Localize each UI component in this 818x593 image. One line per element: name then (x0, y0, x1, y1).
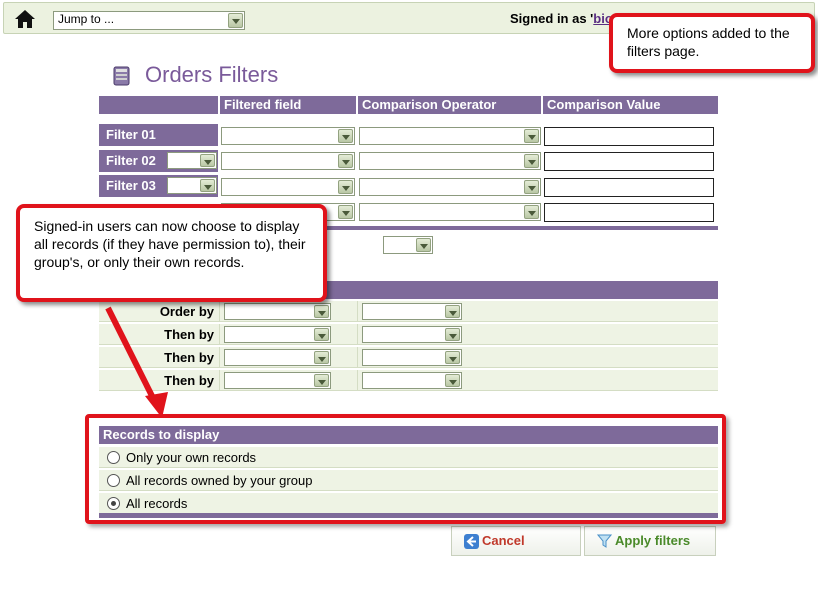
filter-funnel-icon (597, 534, 612, 548)
table-filter-icon (113, 66, 130, 86)
cell-divider (357, 347, 358, 367)
records-highlight-frame (85, 414, 726, 524)
callout-records-display-text: Signed-in users can now choose to displa… (34, 218, 306, 270)
chevron-down-icon (445, 328, 460, 341)
then-by-3-direction-select[interactable] (362, 372, 462, 389)
cell-divider (219, 370, 220, 390)
chevron-down-icon (524, 154, 539, 168)
chevron-down-icon (524, 180, 539, 194)
order-by-direction-select[interactable] (362, 303, 462, 320)
chevron-down-icon (314, 374, 329, 387)
home-icon[interactable] (14, 8, 36, 30)
chevron-down-icon (524, 205, 539, 219)
comparison-operator-header: Comparison Operator (358, 96, 541, 114)
chevron-down-icon (445, 351, 460, 364)
filter-03-field-select[interactable] (221, 178, 355, 196)
cancel-label: Cancel (482, 533, 525, 548)
filtered-field-header: Filtered field (220, 96, 356, 114)
jump-to-value: Jump to ... (58, 12, 115, 26)
filter-03-value-input[interactable] (544, 178, 714, 197)
callout-records-display: Signed-in users can now choose to displa… (16, 204, 327, 302)
jump-to-select[interactable]: Jump to ... (53, 11, 245, 30)
chevron-down-icon (338, 154, 353, 168)
filter-01-label: Filter 01 (99, 124, 218, 146)
filter-02-field-select[interactable] (221, 152, 355, 170)
then-by-2-field-select[interactable] (224, 349, 331, 366)
chevron-down-icon (228, 13, 243, 28)
then-by-1-field-select[interactable] (224, 326, 331, 343)
chevron-down-icon (416, 238, 431, 252)
apply-filters-label: Apply filters (615, 533, 691, 548)
callout-more-options: More options added to the filters page. (609, 13, 815, 73)
chevron-down-icon (314, 328, 329, 341)
filter-02-operator-select[interactable] (359, 152, 541, 170)
callout-more-options-text: More options added to the filters page. (627, 25, 790, 59)
order-by-label: Order by (159, 304, 214, 319)
filter-02-value-input[interactable] (544, 152, 714, 171)
back-arrow-icon (464, 534, 479, 549)
apply-filters-button[interactable]: Apply filters (584, 526, 716, 556)
cell-divider (357, 370, 358, 390)
then-by-2-direction-select[interactable] (362, 349, 462, 366)
chevron-down-icon (338, 205, 353, 219)
then-by-1-label: Then by (164, 327, 214, 342)
chevron-down-icon (445, 374, 460, 387)
signed-in-status: Signed in as 'bio (510, 11, 613, 26)
filter-04-operator-select[interactable] (359, 203, 541, 221)
chevron-down-icon (200, 154, 215, 167)
filter-04-value-input[interactable] (544, 203, 714, 222)
filter-03-operator-select[interactable] (359, 178, 541, 196)
signed-in-prefix: Signed in as ' (510, 11, 594, 26)
filter-02-andor-select[interactable] (167, 152, 217, 169)
then-by-3-label: Then by (164, 373, 214, 388)
then-by-3-field-select[interactable] (224, 372, 331, 389)
page-size-select[interactable] (383, 236, 433, 254)
cell-divider (219, 301, 220, 321)
chevron-down-icon (524, 129, 539, 143)
chevron-down-icon (338, 180, 353, 194)
cell-divider (357, 301, 358, 321)
cell-divider (219, 324, 220, 344)
page-title: Orders Filters (145, 62, 279, 87)
chevron-down-icon (338, 129, 353, 143)
cancel-button[interactable]: Cancel (451, 526, 581, 556)
then-by-2-label: Then by (164, 350, 214, 365)
then-by-1-direction-select[interactable] (362, 326, 462, 343)
chevron-down-icon (314, 351, 329, 364)
cell-divider (357, 324, 358, 344)
order-by-field-select[interactable] (224, 303, 331, 320)
filter-01-operator-select[interactable] (359, 127, 541, 145)
filter-01-value-input[interactable] (544, 127, 714, 146)
filter-01-field-select[interactable] (221, 127, 355, 145)
filter-03-andor-select[interactable] (167, 177, 217, 194)
chevron-down-icon (445, 305, 460, 318)
comparison-value-header: Comparison Value (543, 96, 718, 114)
chevron-down-icon (314, 305, 329, 318)
chevron-down-icon (200, 179, 215, 192)
cell-divider (219, 347, 220, 367)
filters-header-blank (99, 96, 218, 114)
